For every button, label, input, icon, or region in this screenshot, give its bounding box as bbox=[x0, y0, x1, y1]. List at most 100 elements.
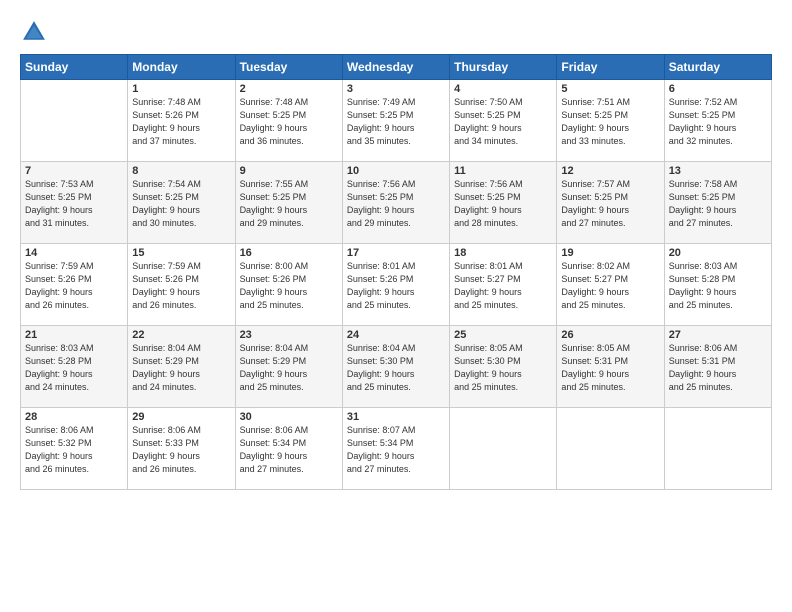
day-number: 27 bbox=[669, 329, 767, 341]
day-header-monday: Monday bbox=[128, 55, 235, 80]
calendar-cell: 27Sunrise: 8:06 AM Sunset: 5:31 PM Dayli… bbox=[664, 326, 771, 408]
day-info: Sunrise: 8:07 AM Sunset: 5:34 PM Dayligh… bbox=[347, 424, 445, 476]
day-number: 11 bbox=[454, 165, 552, 177]
calendar-cell: 7Sunrise: 7:53 AM Sunset: 5:25 PM Daylig… bbox=[21, 162, 128, 244]
day-number: 21 bbox=[25, 329, 123, 341]
day-info: Sunrise: 8:05 AM Sunset: 5:30 PM Dayligh… bbox=[454, 342, 552, 394]
day-number: 30 bbox=[240, 411, 338, 423]
day-info: Sunrise: 7:54 AM Sunset: 5:25 PM Dayligh… bbox=[132, 178, 230, 230]
day-number: 23 bbox=[240, 329, 338, 341]
day-info: Sunrise: 8:01 AM Sunset: 5:26 PM Dayligh… bbox=[347, 260, 445, 312]
calendar-cell bbox=[557, 408, 664, 490]
day-number: 4 bbox=[454, 83, 552, 95]
day-number: 5 bbox=[561, 83, 659, 95]
calendar-cell: 11Sunrise: 7:56 AM Sunset: 5:25 PM Dayli… bbox=[450, 162, 557, 244]
day-number: 19 bbox=[561, 247, 659, 259]
day-number: 16 bbox=[240, 247, 338, 259]
day-number: 25 bbox=[454, 329, 552, 341]
day-info: Sunrise: 7:48 AM Sunset: 5:26 PM Dayligh… bbox=[132, 96, 230, 148]
day-info: Sunrise: 8:06 AM Sunset: 5:34 PM Dayligh… bbox=[240, 424, 338, 476]
day-number: 29 bbox=[132, 411, 230, 423]
day-info: Sunrise: 8:06 AM Sunset: 5:32 PM Dayligh… bbox=[25, 424, 123, 476]
day-info: Sunrise: 8:04 AM Sunset: 5:29 PM Dayligh… bbox=[132, 342, 230, 394]
calendar-cell: 19Sunrise: 8:02 AM Sunset: 5:27 PM Dayli… bbox=[557, 244, 664, 326]
page-container: SundayMondayTuesdayWednesdayThursdayFrid… bbox=[0, 0, 792, 612]
day-info: Sunrise: 7:56 AM Sunset: 5:25 PM Dayligh… bbox=[454, 178, 552, 230]
day-info: Sunrise: 7:55 AM Sunset: 5:25 PM Dayligh… bbox=[240, 178, 338, 230]
day-info: Sunrise: 8:01 AM Sunset: 5:27 PM Dayligh… bbox=[454, 260, 552, 312]
day-number: 10 bbox=[347, 165, 445, 177]
day-info: Sunrise: 8:03 AM Sunset: 5:28 PM Dayligh… bbox=[669, 260, 767, 312]
calendar-cell: 12Sunrise: 7:57 AM Sunset: 5:25 PM Dayli… bbox=[557, 162, 664, 244]
week-row-5: 28Sunrise: 8:06 AM Sunset: 5:32 PM Dayli… bbox=[21, 408, 772, 490]
day-number: 9 bbox=[240, 165, 338, 177]
day-header-friday: Friday bbox=[557, 55, 664, 80]
day-number: 6 bbox=[669, 83, 767, 95]
calendar-cell: 2Sunrise: 7:48 AM Sunset: 5:25 PM Daylig… bbox=[235, 80, 342, 162]
calendar-cell: 4Sunrise: 7:50 AM Sunset: 5:25 PM Daylig… bbox=[450, 80, 557, 162]
day-number: 14 bbox=[25, 247, 123, 259]
day-number: 3 bbox=[347, 83, 445, 95]
day-number: 28 bbox=[25, 411, 123, 423]
calendar-cell: 18Sunrise: 8:01 AM Sunset: 5:27 PM Dayli… bbox=[450, 244, 557, 326]
calendar-table: SundayMondayTuesdayWednesdayThursdayFrid… bbox=[20, 54, 772, 490]
day-info: Sunrise: 8:06 AM Sunset: 5:31 PM Dayligh… bbox=[669, 342, 767, 394]
day-info: Sunrise: 8:06 AM Sunset: 5:33 PM Dayligh… bbox=[132, 424, 230, 476]
calendar-cell: 29Sunrise: 8:06 AM Sunset: 5:33 PM Dayli… bbox=[128, 408, 235, 490]
day-number: 15 bbox=[132, 247, 230, 259]
day-info: Sunrise: 7:50 AM Sunset: 5:25 PM Dayligh… bbox=[454, 96, 552, 148]
calendar-cell: 16Sunrise: 8:00 AM Sunset: 5:26 PM Dayli… bbox=[235, 244, 342, 326]
calendar-cell: 14Sunrise: 7:59 AM Sunset: 5:26 PM Dayli… bbox=[21, 244, 128, 326]
day-number: 24 bbox=[347, 329, 445, 341]
calendar-cell: 10Sunrise: 7:56 AM Sunset: 5:25 PM Dayli… bbox=[342, 162, 449, 244]
day-info: Sunrise: 7:48 AM Sunset: 5:25 PM Dayligh… bbox=[240, 96, 338, 148]
day-info: Sunrise: 8:05 AM Sunset: 5:31 PM Dayligh… bbox=[561, 342, 659, 394]
calendar-cell: 15Sunrise: 7:59 AM Sunset: 5:26 PM Dayli… bbox=[128, 244, 235, 326]
day-info: Sunrise: 8:02 AM Sunset: 5:27 PM Dayligh… bbox=[561, 260, 659, 312]
page-header bbox=[20, 18, 772, 46]
day-number: 1 bbox=[132, 83, 230, 95]
day-number: 17 bbox=[347, 247, 445, 259]
calendar-cell: 1Sunrise: 7:48 AM Sunset: 5:26 PM Daylig… bbox=[128, 80, 235, 162]
calendar-cell: 26Sunrise: 8:05 AM Sunset: 5:31 PM Dayli… bbox=[557, 326, 664, 408]
logo-icon bbox=[20, 18, 48, 46]
day-info: Sunrise: 8:04 AM Sunset: 5:29 PM Dayligh… bbox=[240, 342, 338, 394]
day-header-tuesday: Tuesday bbox=[235, 55, 342, 80]
day-number: 2 bbox=[240, 83, 338, 95]
day-info: Sunrise: 7:52 AM Sunset: 5:25 PM Dayligh… bbox=[669, 96, 767, 148]
calendar-cell: 23Sunrise: 8:04 AM Sunset: 5:29 PM Dayli… bbox=[235, 326, 342, 408]
day-number: 13 bbox=[669, 165, 767, 177]
day-info: Sunrise: 7:57 AM Sunset: 5:25 PM Dayligh… bbox=[561, 178, 659, 230]
calendar-cell: 9Sunrise: 7:55 AM Sunset: 5:25 PM Daylig… bbox=[235, 162, 342, 244]
week-row-4: 21Sunrise: 8:03 AM Sunset: 5:28 PM Dayli… bbox=[21, 326, 772, 408]
day-info: Sunrise: 7:49 AM Sunset: 5:25 PM Dayligh… bbox=[347, 96, 445, 148]
day-info: Sunrise: 8:04 AM Sunset: 5:30 PM Dayligh… bbox=[347, 342, 445, 394]
day-number: 22 bbox=[132, 329, 230, 341]
day-number: 20 bbox=[669, 247, 767, 259]
calendar-cell bbox=[664, 408, 771, 490]
calendar-cell: 22Sunrise: 8:04 AM Sunset: 5:29 PM Dayli… bbox=[128, 326, 235, 408]
day-header-wednesday: Wednesday bbox=[342, 55, 449, 80]
calendar-cell: 25Sunrise: 8:05 AM Sunset: 5:30 PM Dayli… bbox=[450, 326, 557, 408]
day-header-sunday: Sunday bbox=[21, 55, 128, 80]
calendar-cell: 28Sunrise: 8:06 AM Sunset: 5:32 PM Dayli… bbox=[21, 408, 128, 490]
calendar-cell: 24Sunrise: 8:04 AM Sunset: 5:30 PM Dayli… bbox=[342, 326, 449, 408]
calendar-cell: 21Sunrise: 8:03 AM Sunset: 5:28 PM Dayli… bbox=[21, 326, 128, 408]
day-header-thursday: Thursday bbox=[450, 55, 557, 80]
calendar-cell: 8Sunrise: 7:54 AM Sunset: 5:25 PM Daylig… bbox=[128, 162, 235, 244]
day-info: Sunrise: 7:59 AM Sunset: 5:26 PM Dayligh… bbox=[25, 260, 123, 312]
day-info: Sunrise: 7:59 AM Sunset: 5:26 PM Dayligh… bbox=[132, 260, 230, 312]
week-row-1: 1Sunrise: 7:48 AM Sunset: 5:26 PM Daylig… bbox=[21, 80, 772, 162]
calendar-cell: 13Sunrise: 7:58 AM Sunset: 5:25 PM Dayli… bbox=[664, 162, 771, 244]
calendar-cell: 5Sunrise: 7:51 AM Sunset: 5:25 PM Daylig… bbox=[557, 80, 664, 162]
calendar-cell: 31Sunrise: 8:07 AM Sunset: 5:34 PM Dayli… bbox=[342, 408, 449, 490]
day-number: 31 bbox=[347, 411, 445, 423]
week-row-2: 7Sunrise: 7:53 AM Sunset: 5:25 PM Daylig… bbox=[21, 162, 772, 244]
day-info: Sunrise: 7:51 AM Sunset: 5:25 PM Dayligh… bbox=[561, 96, 659, 148]
calendar-cell: 30Sunrise: 8:06 AM Sunset: 5:34 PM Dayli… bbox=[235, 408, 342, 490]
day-info: Sunrise: 7:53 AM Sunset: 5:25 PM Dayligh… bbox=[25, 178, 123, 230]
calendar-cell bbox=[450, 408, 557, 490]
calendar-cell: 6Sunrise: 7:52 AM Sunset: 5:25 PM Daylig… bbox=[664, 80, 771, 162]
logo bbox=[20, 18, 52, 46]
calendar-cell bbox=[21, 80, 128, 162]
